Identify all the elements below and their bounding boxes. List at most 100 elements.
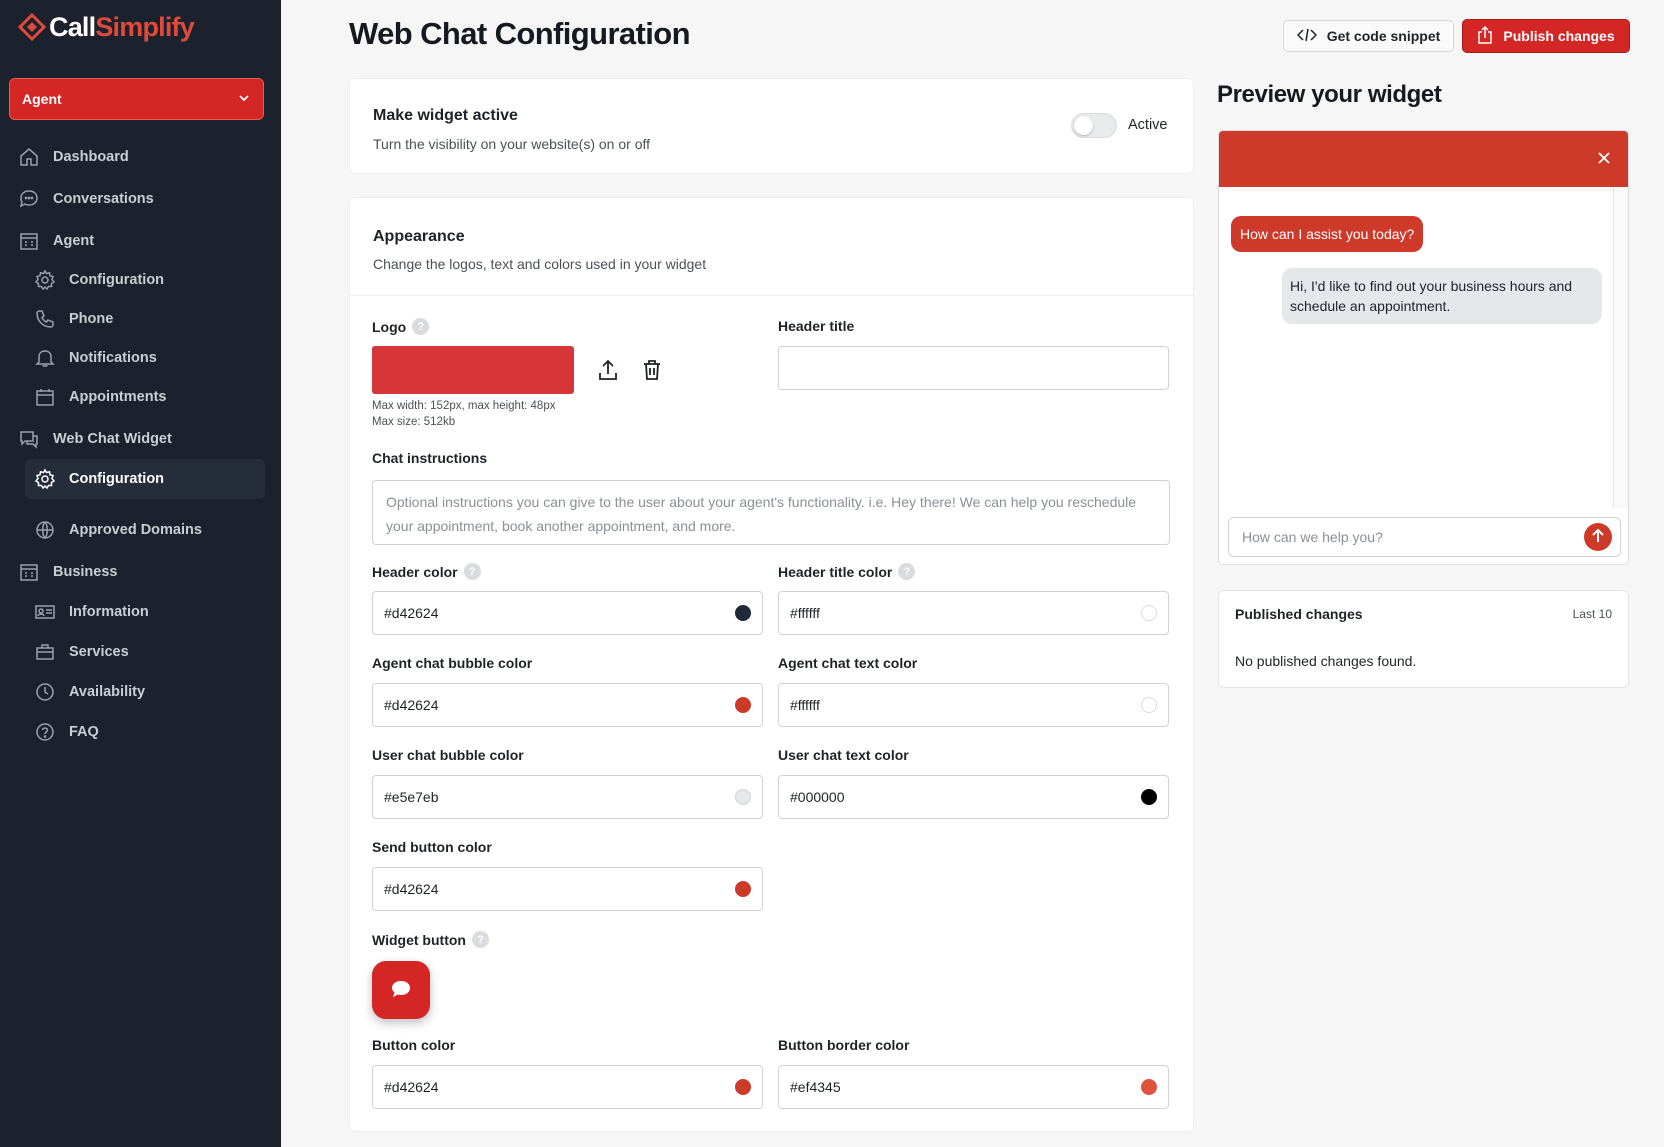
building-icon bbox=[17, 229, 41, 253]
sidebar-item-label: Agent bbox=[53, 233, 95, 249]
button-border-color-input[interactable]: #ef4345 bbox=[778, 1065, 1169, 1109]
widget-active-toggle[interactable] bbox=[1071, 113, 1117, 138]
divider bbox=[350, 295, 1195, 296]
widget-active-title: Make widget active bbox=[373, 107, 518, 124]
send-button[interactable] bbox=[1584, 523, 1612, 551]
sidebar-item-services[interactable]: Services bbox=[33, 635, 129, 669]
send-button-color-input[interactable]: #d42624 bbox=[372, 867, 763, 911]
button-color-label: Button color bbox=[372, 1037, 456, 1053]
sidebar-item-label: Conversations bbox=[53, 191, 154, 207]
calendar-icon bbox=[33, 385, 57, 409]
sidebar-item-information[interactable]: Information bbox=[33, 595, 149, 629]
sidebar-item-dashboard[interactable]: Dashboard bbox=[17, 140, 129, 174]
header-title-label: Header title bbox=[778, 318, 855, 334]
help-icon[interactable]: ? bbox=[463, 563, 481, 580]
header-title-color-input[interactable]: #ffffff bbox=[778, 591, 1169, 635]
color-swatch[interactable] bbox=[735, 789, 751, 805]
color-swatch[interactable] bbox=[735, 1079, 751, 1095]
gear-icon bbox=[33, 467, 57, 491]
sidebar-item-business[interactable]: Business bbox=[17, 555, 117, 589]
user-text-color-label: User chat text color bbox=[778, 747, 909, 763]
publish-changes-button[interactable]: Publish changes bbox=[1462, 19, 1630, 53]
sidebar-item-faq[interactable]: FAQ bbox=[33, 715, 99, 749]
sidebar-item-appointments[interactable]: Appointments bbox=[33, 380, 166, 414]
button-border-color-label: Button border color bbox=[778, 1037, 910, 1053]
share-upload-icon bbox=[1477, 25, 1493, 47]
agent-message-bubble: How can I assist you today? bbox=[1231, 216, 1424, 252]
logo-icon bbox=[17, 12, 47, 42]
trash-icon[interactable] bbox=[642, 359, 662, 384]
help-icon[interactable]: ? bbox=[898, 563, 916, 580]
chat-instructions-label: Chat instructions bbox=[372, 450, 488, 466]
color-swatch[interactable] bbox=[1141, 697, 1157, 713]
header-title-input[interactable] bbox=[778, 346, 1169, 390]
sidebar-item-availability[interactable]: Availability bbox=[33, 675, 145, 709]
chat-instructions-textarea[interactable]: Optional instructions you can give to th… bbox=[372, 480, 1170, 545]
preview-message-input[interactable]: How can we help you? bbox=[1228, 517, 1621, 557]
id-card-icon bbox=[33, 600, 57, 624]
building-icon bbox=[17, 560, 41, 584]
sidebar-item-phone[interactable]: Phone bbox=[33, 302, 113, 336]
user-text-color-input[interactable]: #000000 bbox=[778, 775, 1169, 819]
sidebar-item-notifications[interactable]: Notifications bbox=[33, 341, 157, 375]
brand-name: CallSimplify bbox=[49, 11, 195, 42]
user-bubble-color-label: User chat bubble color bbox=[372, 747, 524, 763]
help-icon[interactable]: ? bbox=[412, 318, 430, 335]
header-title-color-label: Header title color? bbox=[778, 563, 916, 580]
upload-icon[interactable] bbox=[598, 359, 618, 384]
brand-logo[interactable]: CallSimplify bbox=[17, 10, 195, 44]
sidebar-item-conversations[interactable]: Conversations bbox=[17, 182, 154, 216]
home-icon bbox=[17, 145, 41, 169]
preview-header bbox=[1219, 131, 1628, 187]
header-color-input[interactable]: #d42624 bbox=[372, 591, 763, 635]
clock-icon bbox=[33, 680, 57, 704]
button-color-input[interactable]: #d42624 bbox=[372, 1065, 763, 1109]
logo-hint-dimensions: Max width: 152px, max height: 48px bbox=[372, 400, 556, 412]
sidebar-item-approved-domains[interactable]: Approved Domains bbox=[33, 513, 202, 547]
color-swatch[interactable] bbox=[1141, 789, 1157, 805]
briefcase-icon bbox=[33, 640, 57, 664]
gear-icon bbox=[33, 268, 57, 292]
color-swatch[interactable] bbox=[1141, 1079, 1157, 1095]
chat-bubble-icon bbox=[390, 979, 412, 1002]
sidebar-item-label: Phone bbox=[69, 311, 114, 327]
sidebar-item-label: FAQ bbox=[69, 724, 99, 740]
logo-preview bbox=[372, 346, 574, 394]
published-changes-card: Published changes Last 10 No published c… bbox=[1218, 590, 1629, 688]
preview-scrollbar[interactable] bbox=[1613, 187, 1628, 508]
appearance-title: Appearance bbox=[373, 228, 465, 245]
user-message-bubble: Hi, I'd like to find out your business h… bbox=[1282, 268, 1602, 324]
sidebar-item-label: Approved Domains bbox=[69, 522, 202, 538]
color-swatch[interactable] bbox=[1141, 605, 1157, 621]
agent-select[interactable]: Agent bbox=[9, 78, 264, 120]
agent-text-color-label: Agent chat text color bbox=[778, 655, 918, 671]
sidebar-item-label: Services bbox=[69, 644, 129, 660]
sidebar-item-web-chat-widget[interactable]: Web Chat Widget bbox=[17, 422, 172, 456]
color-swatch[interactable] bbox=[735, 605, 751, 621]
agent-text-color-input[interactable]: #ffffff bbox=[778, 683, 1169, 727]
sidebar-item-label: Web Chat Widget bbox=[53, 431, 172, 447]
sidebar: CallSimplify Agent Dashboard Conversatio… bbox=[0, 0, 281, 1147]
sidebar-item-widget-configuration[interactable]: Configuration bbox=[25, 459, 265, 499]
user-bubble-color-input[interactable]: #e5e7eb bbox=[372, 775, 763, 819]
published-changes-empty: No published changes found. bbox=[1235, 653, 1417, 669]
appearance-subtitle: Change the logos, text and colors used i… bbox=[373, 256, 707, 272]
bell-icon bbox=[33, 346, 57, 370]
sidebar-item-label: Notifications bbox=[69, 350, 157, 366]
logo-hint-size: Max size: 512kb bbox=[372, 416, 456, 428]
sidebar-item-label: Configuration bbox=[69, 471, 165, 487]
sidebar-item-agent[interactable]: Agent bbox=[17, 224, 94, 258]
color-swatch[interactable] bbox=[735, 697, 751, 713]
widget-preview: How can I assist you today? Hi, I'd like… bbox=[1218, 130, 1629, 565]
agent-bubble-color-label: Agent chat bubble color bbox=[372, 655, 533, 671]
help-icon[interactable]: ? bbox=[471, 931, 489, 948]
get-code-snippet-button[interactable]: Get code snippet bbox=[1283, 20, 1454, 52]
chat-window-icon bbox=[17, 427, 41, 451]
widget-active-toggle-label: Active bbox=[1128, 117, 1168, 133]
page-title: Web Chat Configuration bbox=[349, 16, 691, 51]
sidebar-item-agent-configuration[interactable]: Configuration bbox=[33, 263, 164, 297]
agent-bubble-color-input[interactable]: #d42624 bbox=[372, 683, 763, 727]
widget-button-preview[interactable] bbox=[372, 961, 430, 1019]
close-icon[interactable] bbox=[1596, 149, 1612, 172]
color-swatch[interactable] bbox=[735, 881, 751, 897]
